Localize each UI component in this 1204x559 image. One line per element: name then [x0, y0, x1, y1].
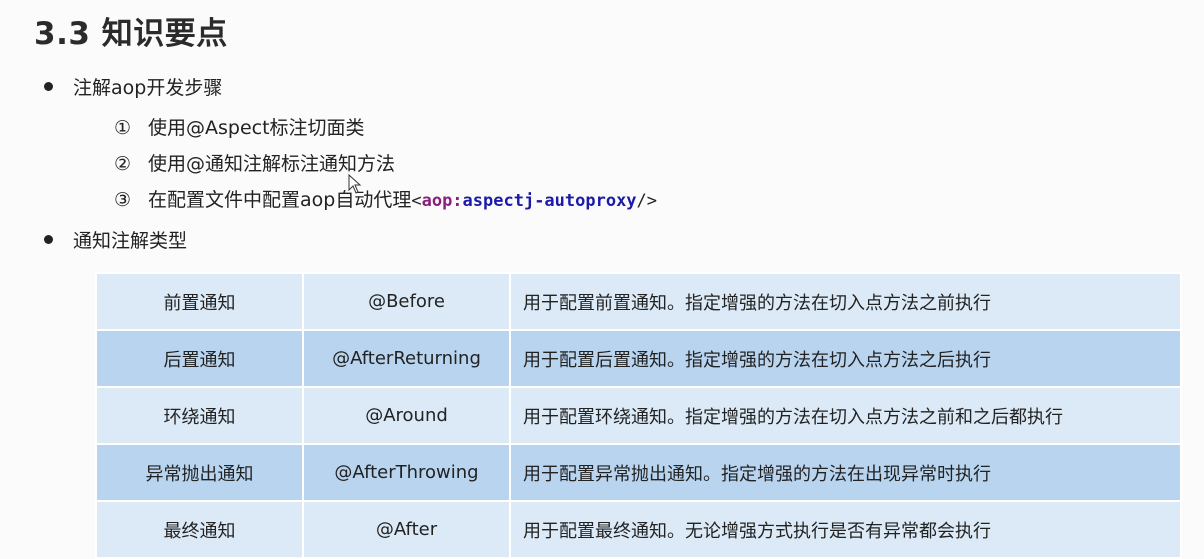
bullet-dot-icon: [44, 82, 53, 91]
annotation-cell: @AfterThrowing: [302, 443, 511, 502]
table-row: 后置通知 @AfterReturning 用于配置后置通知。指定增强的方法在切入…: [95, 329, 1182, 388]
annotation-cell: @After: [302, 500, 511, 559]
bullet-label: 注解aop开发步骤: [73, 77, 223, 99]
bullet-aop-steps: 注解aop开发步骤: [44, 73, 222, 100]
step-item: ② 使用@通知注解标注通知方法: [114, 149, 395, 176]
description-cell: 用于配置后置通知。指定增强的方法在切入点方法之后执行: [509, 329, 1182, 388]
code-open-bracket: <: [411, 191, 422, 211]
description-cell: 用于配置异常抛出通知。指定增强的方法在出现异常时执行: [509, 443, 1182, 502]
description-cell: 用于配置环绕通知。指定增强的方法在切入点方法之前和之后都执行: [509, 386, 1182, 445]
mouse-cursor-icon: [348, 174, 362, 194]
description-cell: 用于配置最终通知。无论增强方式执行是否有异常都会执行: [509, 500, 1182, 559]
advice-name-cell: 环绕通知: [95, 386, 304, 445]
table-row: 环绕通知 @Around 用于配置环绕通知。指定增强的方法在切入点方法之前和之后…: [95, 386, 1182, 445]
table-row: 前置通知 @Before 用于配置前置通知。指定增强的方法在切入点方法之前执行: [95, 272, 1182, 331]
annotation-cell: @AfterReturning: [302, 329, 511, 388]
step-text: 在配置文件中配置aop自动代理: [148, 189, 412, 211]
step-number: ①: [114, 117, 132, 139]
table-row: 最终通知 @After 用于配置最终通知。无论增强方式执行是否有异常都会执行: [95, 500, 1182, 559]
annotation-table: 前置通知 @Before 用于配置前置通知。指定增强的方法在切入点方法之前执行 …: [95, 272, 1182, 559]
advice-name-cell: 前置通知: [95, 272, 304, 331]
step-text: 使用@通知注解标注通知方法: [148, 153, 396, 175]
step-item: ③ 在配置文件中配置aop自动代理<aop:aspectj-autoproxy/>: [114, 185, 657, 212]
code-namespace: aop:: [421, 191, 463, 211]
description-cell: 用于配置前置通知。指定增强的方法在切入点方法之前执行: [509, 272, 1182, 331]
step-item: ① 使用@Aspect标注切面类: [114, 113, 365, 140]
advice-name-cell: 最终通知: [95, 500, 304, 559]
page-title: 3.3 知识要点: [34, 16, 228, 52]
advice-name-cell: 后置通知: [95, 329, 304, 388]
table-row: 异常抛出通知 @AfterThrowing 用于配置异常抛出通知。指定增强的方法…: [95, 443, 1182, 502]
step-text: 使用@Aspect标注切面类: [148, 117, 365, 139]
advice-name-cell: 异常抛出通知: [95, 443, 304, 502]
step-number: ②: [114, 153, 132, 175]
code-snippet: <aop:aspectj-autoproxy/>: [411, 191, 657, 211]
step-number: ③: [114, 189, 132, 211]
annotation-cell: @Around: [302, 386, 511, 445]
code-element-name: aspectj-autoproxy: [462, 191, 637, 211]
bullet-annotation-types: 通知注解类型: [44, 226, 187, 253]
bullet-dot-icon: [44, 235, 53, 244]
bullet-label: 通知注解类型: [73, 230, 188, 252]
code-close-bracket: />: [636, 191, 658, 211]
annotation-cell: @Before: [302, 272, 511, 331]
